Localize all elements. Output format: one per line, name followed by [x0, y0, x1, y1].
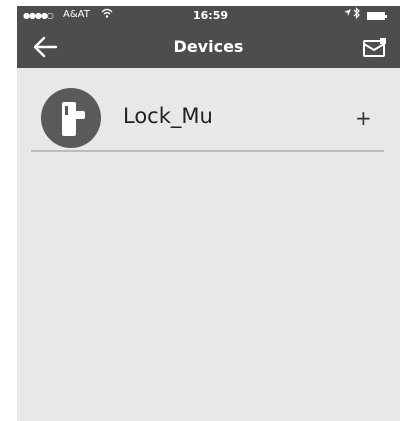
wifi-icon	[101, 7, 113, 22]
signal-strength: ●●●●○	[23, 11, 54, 20]
status-time: 16:59	[193, 9, 229, 22]
device-list-item[interactable]: Lock_Mu +	[17, 68, 400, 152]
navigation-bar: ●●●●○ A&AT 16:59 Devices	[17, 6, 400, 68]
status-bar: ●●●●○ A&AT 16:59	[17, 6, 400, 26]
bluetooth-icon	[353, 7, 361, 22]
device-name: Lock_Mu	[123, 104, 213, 128]
list-divider	[31, 150, 384, 152]
door-lock-icon	[41, 88, 101, 148]
phone-screen: ●●●●○ A&AT 16:59 Devices Lock_Mu +	[17, 6, 400, 421]
envelope-icon	[363, 38, 386, 57]
battery-icon	[367, 12, 387, 20]
location-arrow-icon	[343, 8, 352, 20]
messages-button[interactable]	[361, 36, 389, 60]
page-title: Devices	[173, 37, 244, 56]
add-button[interactable]: +	[355, 106, 372, 130]
carrier-name: A&AT	[63, 9, 90, 20]
